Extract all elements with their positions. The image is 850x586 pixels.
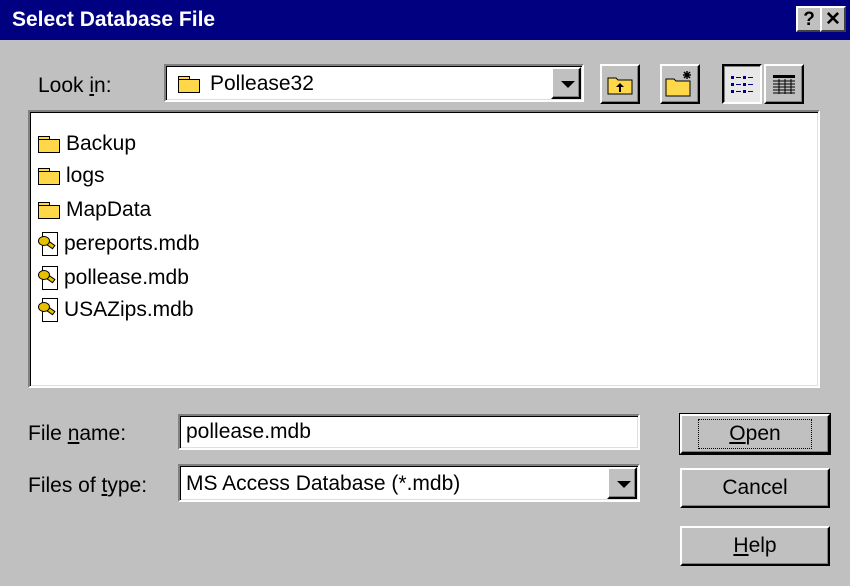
details-view-icon: [773, 75, 795, 94]
chevron-down-icon[interactable]: [607, 467, 637, 499]
close-button[interactable]: ✕: [820, 6, 846, 32]
list-view-icon: [731, 76, 753, 93]
folder-icon: [38, 202, 60, 219]
list-view-button[interactable]: [722, 64, 762, 104]
list-item[interactable]: USAZips.mdb: [38, 296, 194, 324]
file-type-dropdown[interactable]: MS Access Database (*.mdb): [178, 464, 640, 502]
file-name: pollease.mdb: [64, 266, 189, 289]
file-name: Backup: [66, 132, 137, 155]
file-name: logs: [66, 164, 105, 187]
database-file-icon: [38, 232, 58, 256]
database-file-icon: [38, 298, 58, 322]
look-in-value: Pollease32: [210, 72, 314, 95]
help-button[interactable]: Help: [680, 526, 830, 566]
file-name-label: File name:: [28, 422, 127, 445]
folder-icon: [38, 168, 60, 185]
open-button[interactable]: Open: [680, 414, 830, 454]
new-folder-button[interactable]: [660, 64, 700, 104]
list-item[interactable]: logs: [38, 162, 105, 190]
help-caption-button[interactable]: ?: [796, 6, 822, 32]
look-in-label: Look in:: [38, 74, 112, 97]
chevron-down-icon[interactable]: [551, 67, 581, 99]
new-folder-icon: [665, 71, 691, 97]
folder-icon: [38, 136, 60, 153]
up-one-level-button[interactable]: [600, 64, 640, 104]
file-name: pereports.mdb: [64, 232, 200, 255]
folder-icon: [178, 76, 200, 93]
cancel-button[interactable]: Cancel: [680, 468, 830, 508]
up-one-level-icon: [607, 77, 633, 95]
file-name: MapData: [66, 198, 152, 221]
file-name: USAZips.mdb: [64, 298, 194, 321]
list-item[interactable]: Backup: [38, 130, 136, 158]
list-item[interactable]: pereports.mdb: [38, 230, 199, 258]
file-name-input[interactable]: pollease.mdb: [178, 414, 640, 450]
details-view-button[interactable]: [764, 64, 804, 104]
database-file-icon: [38, 266, 58, 290]
look-in-dropdown[interactable]: Pollease32: [164, 64, 584, 102]
window-title: Select Database File: [12, 8, 216, 31]
list-item[interactable]: pollease.mdb: [38, 264, 189, 292]
file-type-label: Files of type:: [28, 474, 148, 497]
list-item[interactable]: MapData: [38, 196, 151, 224]
file-type-value: MS Access Database (*.mdb): [186, 472, 461, 495]
file-list[interactable]: Backup logs MapData pereports.mdb pollea…: [28, 110, 820, 388]
